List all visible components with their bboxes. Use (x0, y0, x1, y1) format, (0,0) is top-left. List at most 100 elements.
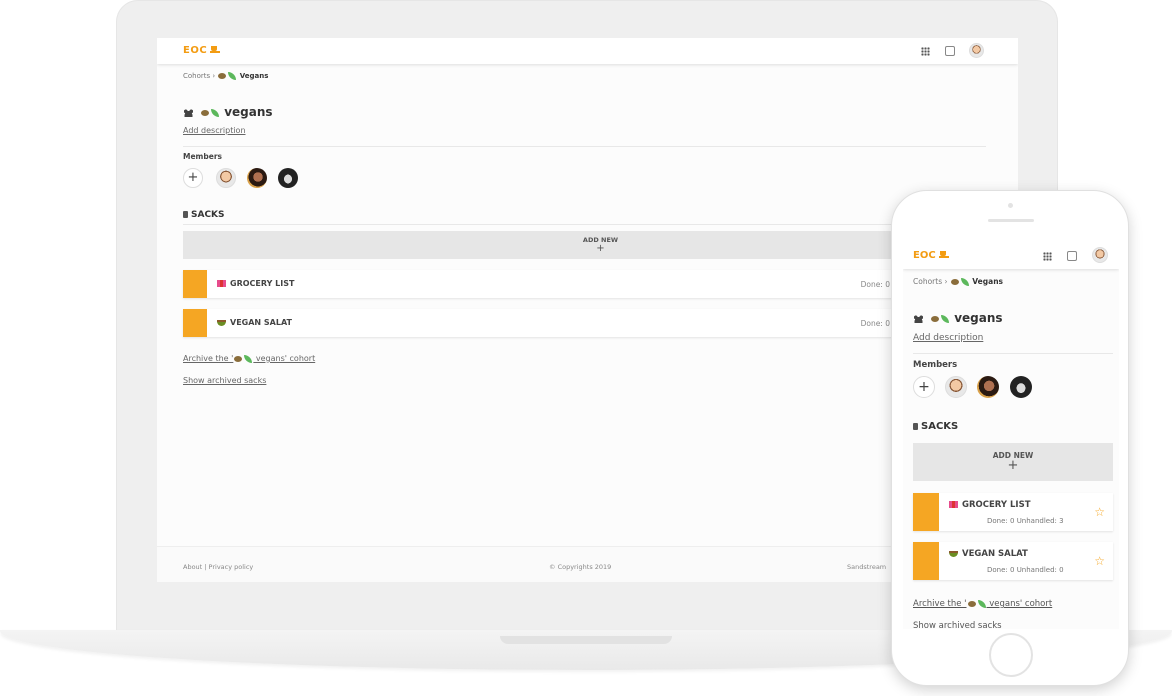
cohort-name: vegans (224, 105, 273, 119)
top-bar: EOC (157, 38, 1018, 64)
leaf-emoji-icon (941, 314, 949, 323)
archive-cohort-link[interactable]: Archive the ' vegans' cohort (913, 599, 1052, 609)
apps-grid-icon[interactable] (1043, 252, 1052, 261)
add-description-link[interactable]: Add description (913, 333, 983, 343)
sack-card[interactable]: VEGAN SALAT Done: 0 Unhandled: 0 ☆ (913, 542, 1113, 580)
books-icon (949, 501, 958, 508)
people-icon (913, 314, 924, 323)
breadcrumb: Cohorts › Vegans (913, 277, 1003, 286)
sack-card[interactable]: GROCERY LIST Done: 0 Unhandled: 3 ☆ (913, 493, 1113, 531)
phone-camera (1008, 203, 1013, 208)
laptop-screen: EOC Cohorts › Vegans vegans Add descript… (157, 38, 1018, 582)
sack-color-swatch (913, 542, 939, 580)
breadcrumb-current: Vegans (239, 72, 269, 80)
breadcrumb-current: Vegans (972, 277, 1003, 286)
page-title: vegans (183, 105, 273, 119)
archive-cohort-link[interactable]: Archive the ' vegans' cohort (183, 354, 315, 363)
member-avatar[interactable] (247, 168, 267, 188)
salad-icon (949, 550, 958, 557)
sack-stats: Done: 0 Unhandled: 0 (987, 566, 1064, 574)
member-avatar[interactable] (945, 376, 967, 398)
bowl-emoji-icon (931, 315, 939, 322)
laptop-notch (500, 636, 672, 644)
leaf-emoji-icon (211, 108, 219, 117)
notifications-icon[interactable] (1067, 251, 1077, 261)
add-description-link[interactable]: Add description (183, 126, 246, 135)
footer-company: Sandstream (847, 563, 887, 571)
sack-name: VEGAN SALAT (217, 318, 292, 327)
leaf-emoji-icon (244, 354, 253, 363)
breadcrumb: Cohorts › Vegans (183, 72, 268, 80)
phone-speaker (988, 219, 1034, 222)
sack-done-count: Done: 0 (987, 566, 1015, 574)
footer: About | Privacy policy © Copyrights 2019… (157, 546, 1018, 582)
show-archived-sacks-link[interactable]: Show archived sacks (913, 621, 1002, 629)
brand-name: EOC (183, 45, 208, 56)
add-member-button[interactable]: + (913, 376, 935, 398)
leaf-emoji-icon (977, 599, 986, 608)
sack-color-swatch (913, 493, 939, 531)
phone-frame: EOC Cohorts › Vegans vegans Add descript… (891, 190, 1129, 686)
sack-color-swatch (183, 270, 207, 298)
books-icon (217, 280, 226, 287)
jar-icon (913, 422, 918, 430)
phone-screen: EOC Cohorts › Vegans vegans Add descript… (903, 243, 1119, 629)
breadcrumb-separator: › (944, 277, 948, 286)
user-avatar[interactable] (969, 43, 984, 58)
add-member-button[interactable]: + (183, 168, 203, 188)
sacks-label: SACKS (191, 210, 225, 220)
salad-icon (217, 319, 226, 326)
bowl-emoji-icon (234, 355, 243, 362)
sacks-label: SACKS (921, 421, 959, 432)
sack-done-count: Done: 0 (860, 319, 890, 328)
leaf-emoji-icon (960, 278, 969, 286)
footer-about-link[interactable]: About | Privacy policy (183, 563, 253, 571)
sack-name: GROCERY LIST (949, 500, 1031, 510)
member-avatar[interactable] (1010, 376, 1032, 398)
member-avatar[interactable] (977, 376, 999, 398)
members-label: Members (913, 360, 958, 370)
member-avatar[interactable] (278, 168, 298, 188)
member-avatar[interactable] (216, 168, 236, 188)
footer-copyright: © Copyrights 2019 (549, 563, 612, 571)
brand-name: EOC (913, 250, 936, 261)
sacks-heading: SACKS (913, 421, 958, 432)
breadcrumb-cohorts[interactable]: Cohorts (913, 277, 942, 286)
leaf-emoji-icon (228, 72, 237, 80)
people-icon (183, 108, 194, 117)
top-bar: EOC (903, 243, 1119, 269)
divider (183, 146, 986, 147)
sack-color-swatch (183, 309, 207, 337)
divider (913, 353, 1113, 354)
notifications-icon[interactable] (945, 46, 955, 56)
breadcrumb-cohorts[interactable]: Cohorts (183, 72, 210, 80)
star-icon[interactable]: ☆ (1094, 505, 1105, 519)
cohort-name: vegans (954, 311, 1003, 325)
sacks-heading: SACKS (183, 210, 225, 220)
sack-done-count: Done: 0 (987, 517, 1015, 525)
sack-name: GROCERY LIST (217, 279, 294, 288)
sack-unhandled-count: Unhandled: 3 (1016, 517, 1064, 525)
coffee-cup-icon (210, 45, 221, 53)
sack-done-count: Done: 0 (860, 280, 890, 289)
apps-grid-icon[interactable] (921, 47, 930, 56)
sack-stats: Done: 0 Unhandled: 3 (987, 517, 1064, 525)
brand-logo[interactable]: EOC (183, 45, 221, 56)
add-new-sack-button[interactable]: ADD NEW + (913, 443, 1113, 481)
members-label: Members (183, 152, 222, 161)
bowl-emoji-icon (218, 73, 227, 79)
user-avatar[interactable] (1092, 247, 1108, 263)
bowl-emoji-icon (967, 600, 976, 607)
brand-logo[interactable]: EOC (913, 250, 949, 261)
page-title: vegans (913, 311, 1003, 325)
jar-icon (183, 211, 188, 218)
coffee-cup-icon (938, 250, 949, 258)
plus-icon: + (1007, 458, 1019, 473)
sack-unhandled-count: Unhandled: 0 (1016, 566, 1064, 574)
bowl-emoji-icon (201, 109, 209, 116)
bowl-emoji-icon (950, 279, 959, 285)
breadcrumb-separator: › (212, 72, 216, 80)
phone-home-button (989, 633, 1033, 677)
show-archived-sacks-link[interactable]: Show archived sacks (183, 376, 266, 385)
star-icon[interactable]: ☆ (1094, 554, 1105, 568)
